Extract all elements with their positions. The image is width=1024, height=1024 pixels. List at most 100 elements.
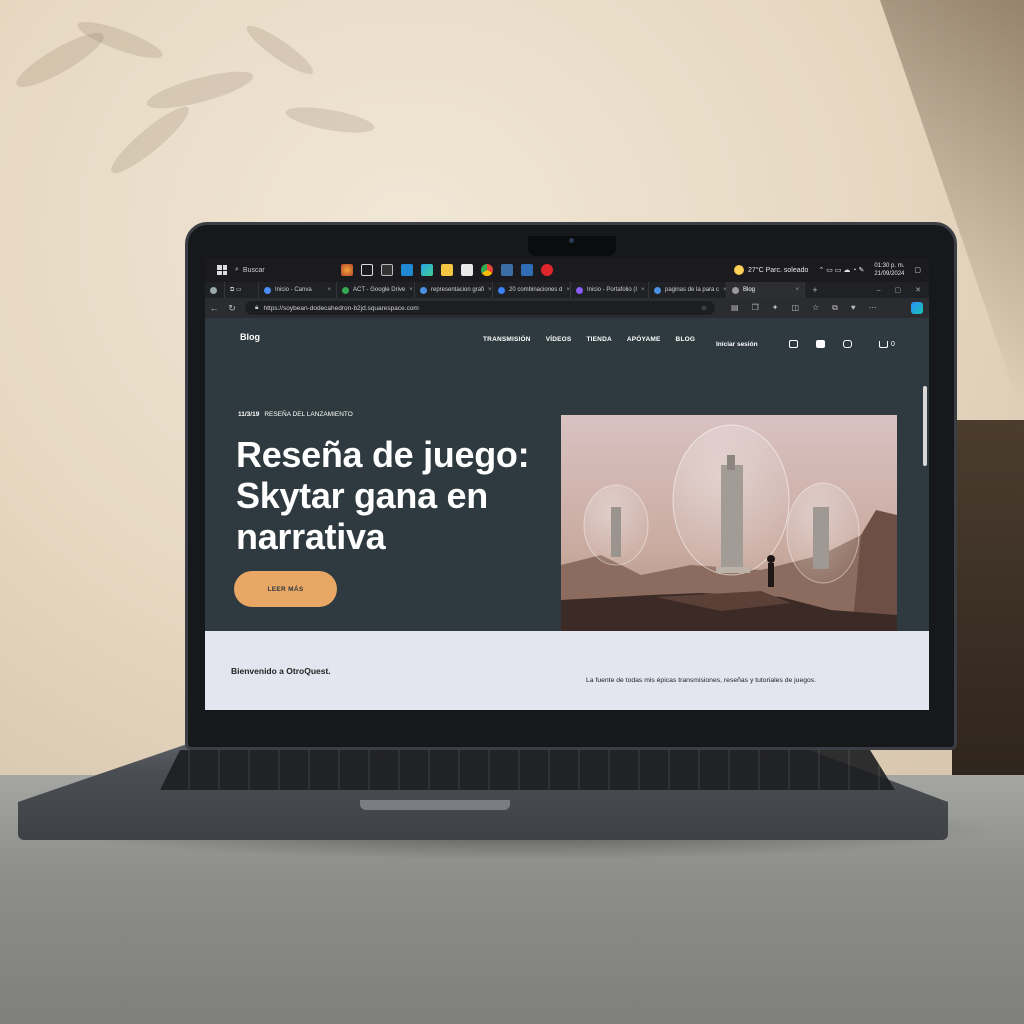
webcam	[569, 238, 574, 243]
read-more-button[interactable]: LEER MÁS	[234, 571, 337, 607]
close-tab-icon[interactable]: ×	[488, 287, 492, 293]
post-headline[interactable]: Reseña de juego: Skytar gana en narrativ…	[236, 434, 566, 557]
favorites-icon[interactable]: ☆	[812, 303, 819, 313]
favicon	[732, 286, 739, 294]
hero-image[interactable]	[561, 415, 897, 643]
app-icon-store[interactable]	[461, 264, 473, 276]
twitch-icon[interactable]	[789, 340, 798, 348]
copilot-icon[interactable]	[911, 302, 923, 314]
cart-icon	[879, 341, 888, 348]
close-tab-icon[interactable]: ×	[409, 287, 413, 293]
laptop-lip	[360, 800, 510, 810]
search-icon: ⌕	[235, 266, 239, 273]
welcome-description: La fuente de todas mis épicas transmisio…	[586, 677, 817, 684]
site-nav-menu: TRANSMISIÓN VÍDEOS TIENDA APÓYAME BLOG	[483, 336, 695, 343]
tab-portafolio[interactable]: Inicio - Portafolio (I ×	[571, 282, 649, 298]
cart-count: 0	[891, 341, 895, 348]
windows-start-icon[interactable]	[217, 265, 227, 275]
collections-icon[interactable]: ❐	[752, 303, 759, 313]
heart-icon[interactable]: ♥	[851, 303, 856, 313]
app-icon-vscode[interactable]	[401, 264, 413, 276]
clock-time: 01:30 p. m.	[874, 263, 905, 269]
social-links	[789, 340, 852, 348]
close-tab-icon[interactable]: ×	[566, 287, 570, 293]
close-window-icon[interactable]: ✕	[915, 286, 921, 294]
app-icon-outlook[interactable]	[521, 264, 533, 276]
app-icon-edge[interactable]	[421, 264, 433, 276]
taskbar-search-label: Buscar	[242, 266, 265, 274]
reload-icon[interactable]: ↻	[223, 303, 241, 314]
reading-icon[interactable]: ▤	[731, 303, 739, 313]
back-icon[interactable]: ←	[205, 303, 223, 313]
new-tab-button[interactable]: +	[805, 282, 825, 298]
close-tab-icon[interactable]: ×	[641, 287, 645, 293]
tab-combinaciones[interactable]: 20 combinaciones d ×	[493, 282, 571, 298]
instagram-icon[interactable]	[843, 340, 852, 348]
post-date: 11/3/19	[238, 411, 260, 418]
app-icon-opera[interactable]	[541, 264, 553, 276]
tab-label: Blog	[743, 287, 756, 293]
profile-avatar[interactable]	[205, 282, 225, 298]
system-tray: 27°C Parc. soleado ⌃ ▭ ▭ ☁ ◔ ✎ 01:30 p. …	[734, 262, 929, 278]
favorite-star-icon[interactable]: ☆	[701, 304, 707, 312]
tab-representacion[interactable]: representacion grafi ×	[415, 282, 493, 298]
app-icon-terminal[interactable]	[381, 264, 393, 276]
browser-toolbar: ▤ ❐ ✦ ◫ ☆ ⧉ ♥ ⋯	[731, 303, 877, 313]
tab-blog[interactable]: Blog ×	[727, 282, 805, 298]
nav-item-transmision[interactable]: TRANSMISIÓN	[483, 336, 531, 343]
app-icon-explorer[interactable]	[441, 264, 453, 276]
app-icon-chrome[interactable]	[481, 264, 493, 276]
close-tab-icon[interactable]: ×	[327, 287, 331, 293]
maximize-icon[interactable]: ▢	[895, 286, 902, 294]
browser-address-bar: ← ↻ 🔒︎ https://soybean-dodecahedron-b2jd…	[205, 298, 929, 318]
app-icon-task-view[interactable]	[361, 264, 373, 276]
welcome-title: Bienvenido a OtroQuest.	[231, 666, 331, 676]
favicon	[498, 286, 505, 294]
tab-label: Inicio - Portafolio (I	[587, 287, 638, 293]
signin-link[interactable]: Iniciar sesión	[716, 341, 758, 348]
weather-text: 27°C Parc. soleado	[748, 266, 809, 274]
nav-item-tienda[interactable]: TIENDA	[586, 336, 611, 343]
weather-widget[interactable]: 27°C Parc. soleado	[734, 265, 808, 275]
page-scrollbar[interactable]	[923, 386, 927, 466]
nav-item-videos[interactable]: VÍDEOS	[546, 336, 572, 343]
tab-google-drive[interactable]: ACT - Google Drive ×	[337, 282, 415, 298]
laptop-keyboard	[160, 750, 895, 790]
tab-label: representacion grafi	[431, 287, 485, 293]
tabs-icon[interactable]: ⧉	[832, 303, 838, 313]
welcome-section: Bienvenido a OtroQuest. La fuente de tod…	[205, 631, 929, 710]
tab-canva[interactable]: Inicio - Canva ×	[259, 282, 337, 298]
favicon	[420, 286, 427, 294]
youtube-icon[interactable]	[816, 340, 825, 348]
notification-icon[interactable]: ▢	[914, 266, 921, 274]
nav-item-blog[interactable]: BLOG	[676, 336, 696, 343]
window-controls: – ▢ ✕	[877, 282, 929, 298]
website: Blog TRANSMISIÓN VÍDEOS TIENDA APÓYAME B…	[205, 318, 929, 710]
url-text: https://soybean-dodecahedron-b2jd.square…	[263, 304, 419, 312]
clock-date: 21/09/2024	[874, 271, 905, 277]
split-icon[interactable]: ◫	[791, 303, 799, 313]
favicon	[342, 286, 349, 294]
system-clock[interactable]: 01:30 p. m. 21/09/2024	[874, 262, 904, 278]
tab-paginas[interactable]: paginas de la para c ×	[649, 282, 727, 298]
site-header: Blog TRANSMISIÓN VÍDEOS TIENDA APÓYAME B…	[205, 318, 929, 358]
weather-sun-icon	[734, 265, 745, 275]
tab-label: paginas de la para c	[665, 287, 720, 293]
more-icon[interactable]: ⋯	[869, 303, 877, 313]
windows-taskbar: ⌕ Buscar 27°C Parc. soleado ⌃ ▭ ▭ ☁ ◔ ✎ …	[205, 258, 929, 282]
tab-label: Inicio - Canva	[275, 287, 312, 293]
url-input[interactable]: 🔒︎ https://soybean-dodecahedron-b2jd.squ…	[245, 301, 715, 315]
close-tab-icon[interactable]: ×	[795, 287, 799, 293]
taskbar-search[interactable]: ⌕ Buscar	[235, 266, 321, 274]
app-icon-avatar[interactable]	[341, 264, 353, 276]
app-icon-mail[interactable]	[501, 264, 513, 276]
site-brand[interactable]: Blog	[240, 332, 260, 342]
tray-icons[interactable]: ⌃ ▭ ▭ ☁ ◔ ✎	[818, 266, 864, 274]
post-category[interactable]: RESEÑA DEL LANZAMIENTO	[264, 411, 353, 418]
cart-button[interactable]: 0	[879, 341, 895, 348]
minimize-icon[interactable]: –	[877, 287, 881, 294]
nav-item-apoyame[interactable]: APÓYAME	[627, 336, 661, 343]
tab-actions[interactable]: ⧉ ▭	[225, 282, 259, 298]
leaf-shadow	[16, 21, 375, 174]
extension-icon[interactable]: ✦	[772, 303, 779, 313]
